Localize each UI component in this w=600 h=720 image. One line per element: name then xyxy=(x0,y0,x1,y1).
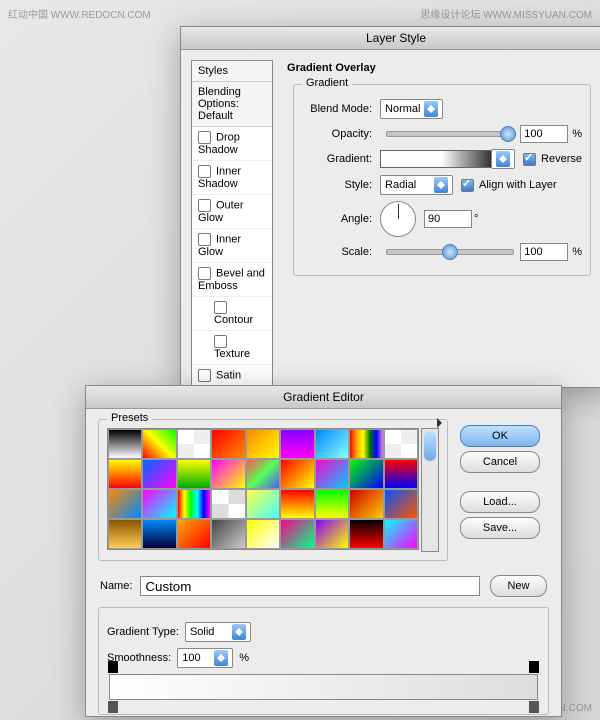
angle-dial[interactable] xyxy=(380,201,416,237)
preset-swatch[interactable] xyxy=(246,489,280,519)
preset-swatch[interactable] xyxy=(211,459,245,489)
style-select[interactable]: Radial xyxy=(380,175,453,195)
preset-swatches[interactable] xyxy=(107,428,419,550)
preset-swatch[interactable] xyxy=(384,519,418,549)
preset-swatch[interactable] xyxy=(280,489,314,519)
preset-swatch[interactable] xyxy=(211,429,245,459)
preset-swatch[interactable] xyxy=(349,459,383,489)
opacity-stop-right[interactable] xyxy=(529,661,539,673)
preset-swatch[interactable] xyxy=(315,429,349,459)
preset-swatch[interactable] xyxy=(142,459,176,489)
opacity-stop-left[interactable] xyxy=(108,661,118,673)
reverse-checkbox[interactable] xyxy=(523,153,536,166)
preset-swatch[interactable] xyxy=(177,459,211,489)
opacity-input[interactable] xyxy=(520,125,568,143)
panel-title: Gradient Overlay xyxy=(287,62,600,74)
preset-swatch[interactable] xyxy=(142,429,176,459)
effect-drop-shadow[interactable]: Drop Shadow xyxy=(192,127,272,161)
layer-style-window: Layer Style Styles Blending Options: Def… xyxy=(180,26,600,388)
angle-input[interactable] xyxy=(424,210,472,228)
blend-mode-select[interactable]: Normal xyxy=(380,99,443,119)
preset-swatch[interactable] xyxy=(246,429,280,459)
preset-swatch[interactable] xyxy=(280,519,314,549)
effect-texture[interactable]: Texture xyxy=(192,331,272,365)
preset-swatch[interactable] xyxy=(177,519,211,549)
presets-scrollbar[interactable] xyxy=(421,428,439,552)
effect-bevel[interactable]: Bevel and Emboss xyxy=(192,263,272,297)
preset-swatch[interactable] xyxy=(315,489,349,519)
preset-swatch[interactable] xyxy=(349,429,383,459)
gradient-group: Gradient Blend Mode: Normal Opacity: % G… xyxy=(293,84,591,276)
preset-swatch[interactable] xyxy=(142,519,176,549)
preset-swatch[interactable] xyxy=(384,489,418,519)
name-input[interactable] xyxy=(140,576,480,596)
align-checkbox[interactable] xyxy=(461,179,474,192)
watermark-tr: 思缘设计论坛 WWW.MISSYUAN.COM xyxy=(420,6,592,21)
preset-swatch[interactable] xyxy=(280,459,314,489)
preset-swatch[interactable] xyxy=(108,519,142,549)
color-stop-right[interactable] xyxy=(529,701,539,713)
preset-swatch[interactable] xyxy=(246,459,280,489)
layer-style-title: Layer Style xyxy=(181,27,600,50)
smoothness-input[interactable]: 100 xyxy=(177,648,233,668)
load-button[interactable]: Load... xyxy=(460,491,540,513)
preset-swatch[interactable] xyxy=(315,459,349,489)
presets-flyout-icon[interactable] xyxy=(437,418,447,428)
new-button[interactable]: New xyxy=(490,575,547,597)
preset-swatch[interactable] xyxy=(349,519,383,549)
preset-swatch[interactable] xyxy=(142,489,176,519)
gradient-dropdown[interactable] xyxy=(491,149,515,169)
opacity-slider[interactable] xyxy=(386,131,514,137)
preset-swatch[interactable] xyxy=(246,519,280,549)
ok-button[interactable]: OK xyxy=(460,425,540,447)
save-button[interactable]: Save... xyxy=(460,517,540,539)
gradient-settings: Gradient Type: Solid Smoothness: 100 % xyxy=(98,607,549,715)
scale-slider[interactable] xyxy=(386,249,514,255)
preset-swatch[interactable] xyxy=(384,429,418,459)
gradient-bar[interactable] xyxy=(109,674,538,700)
cancel-button[interactable]: Cancel xyxy=(460,451,540,473)
gradient-type-select[interactable]: Solid xyxy=(185,622,251,642)
gradient-swatch[interactable] xyxy=(380,150,492,168)
preset-swatch[interactable] xyxy=(349,489,383,519)
blending-options[interactable]: Blending Options: Default xyxy=(192,82,272,127)
scale-input[interactable] xyxy=(520,243,568,261)
preset-swatch[interactable] xyxy=(108,489,142,519)
preset-swatch[interactable] xyxy=(211,519,245,549)
preset-swatch[interactable] xyxy=(211,489,245,519)
preset-swatch[interactable] xyxy=(108,459,142,489)
preset-swatch[interactable] xyxy=(177,489,211,519)
effect-inner-glow[interactable]: Inner Glow xyxy=(192,229,272,263)
styles-header[interactable]: Styles xyxy=(192,61,272,82)
preset-swatch[interactable] xyxy=(108,429,142,459)
watermark-tl: 红动中国 WWW.REDOCN.COM xyxy=(8,6,151,21)
color-stop-left[interactable] xyxy=(108,701,118,713)
preset-swatch[interactable] xyxy=(177,429,211,459)
effect-inner-shadow[interactable]: Inner Shadow xyxy=(192,161,272,195)
gradient-editor-title: Gradient Editor xyxy=(86,386,561,409)
effect-contour[interactable]: Contour xyxy=(192,297,272,331)
preset-swatch[interactable] xyxy=(384,459,418,489)
gradient-editor-window: Gradient Editor Presets OK Cancel Load..… xyxy=(85,385,562,717)
presets-group: Presets xyxy=(98,419,448,561)
effect-satin[interactable]: Satin xyxy=(192,365,272,387)
effect-outer-glow[interactable]: Outer Glow xyxy=(192,195,272,229)
preset-swatch[interactable] xyxy=(315,519,349,549)
preset-swatch[interactable] xyxy=(280,429,314,459)
